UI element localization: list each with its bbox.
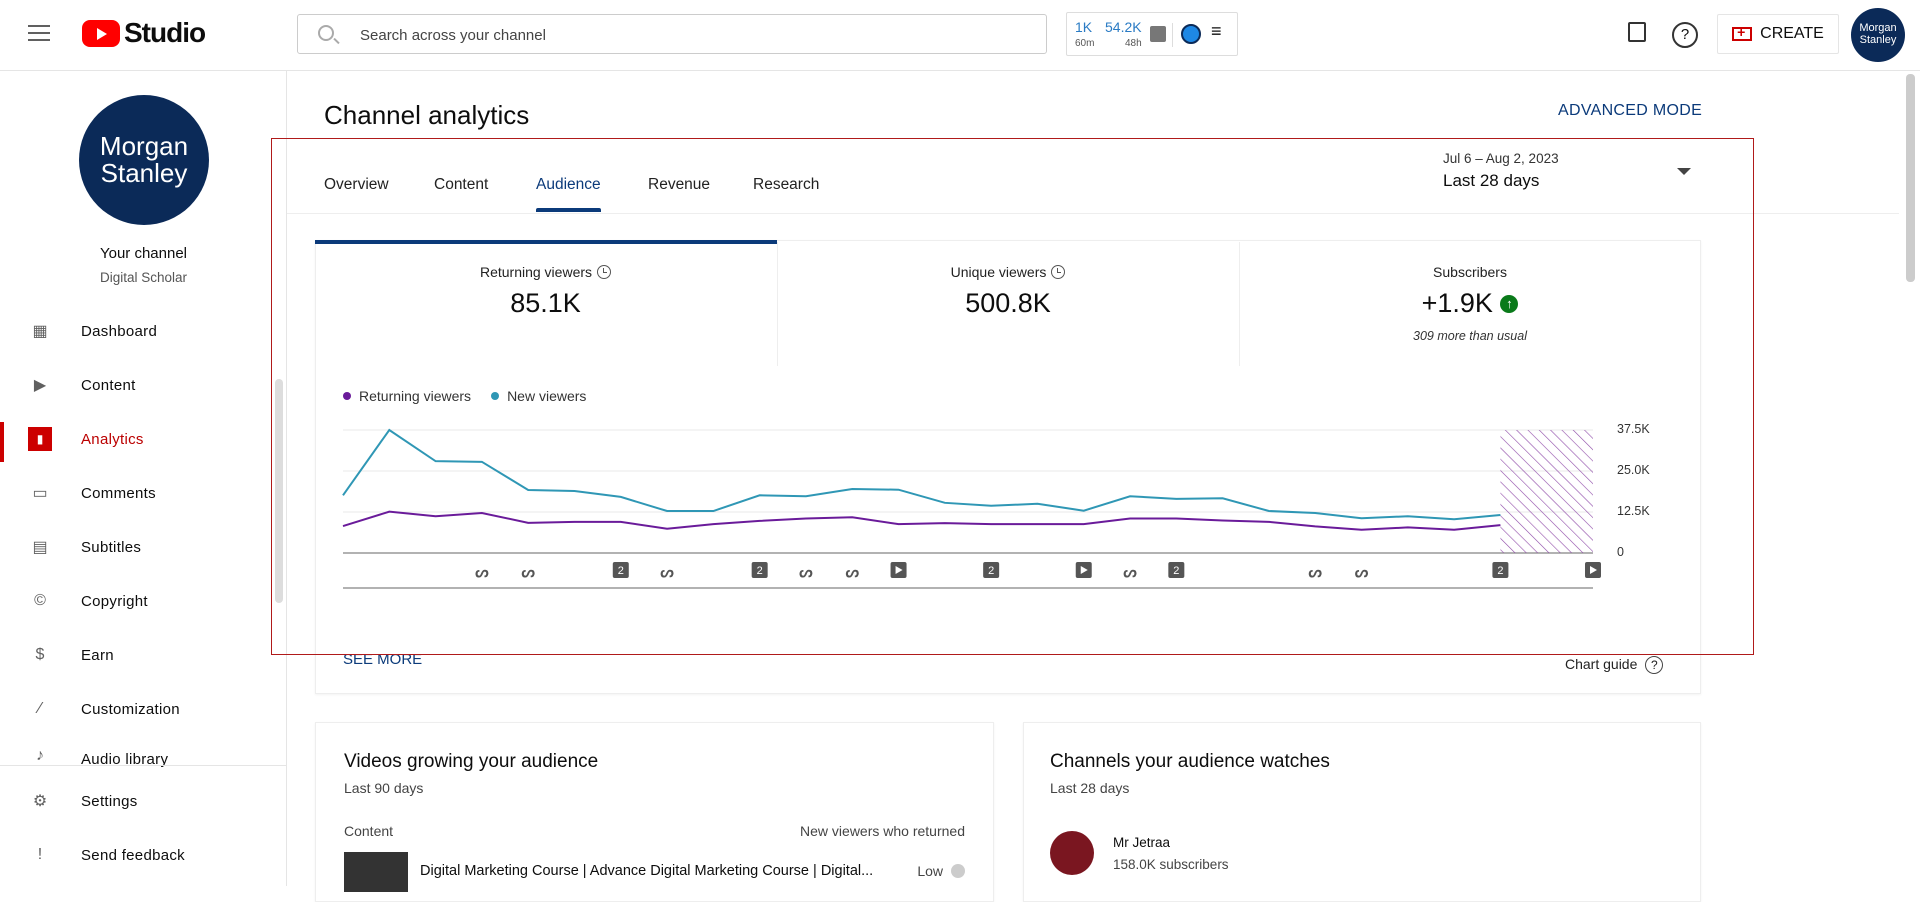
help-icon: ? — [1645, 656, 1663, 674]
shorts-marker-icon[interactable]: ᔕ — [475, 564, 489, 581]
info-icon[interactable] — [951, 864, 965, 878]
card-title: Videos growing your audience — [344, 751, 598, 773]
see-more-link[interactable]: SEE MORE — [343, 651, 422, 668]
shorts-marker-icon[interactable]: ᔕ — [846, 564, 860, 581]
card-period: Last 28 days — [1050, 780, 1129, 796]
shorts-marker-icon[interactable]: ᔕ — [1355, 564, 1369, 581]
shorts-marker-icon[interactable]: ᔕ — [1309, 564, 1323, 581]
videos-growing-card: Videos growing your audience Last 90 day… — [315, 722, 994, 902]
video-title[interactable]: Digital Marketing Course | Advance Digit… — [420, 863, 873, 879]
column-header-content: Content — [344, 823, 393, 839]
marker-count: 2 — [618, 565, 624, 577]
card-period: Last 90 days — [344, 780, 423, 796]
shorts-marker-icon[interactable]: ᔕ — [660, 564, 674, 581]
channels-audience-watches-card: Channels your audience watches Last 28 d… — [1023, 722, 1701, 902]
shorts-marker-icon[interactable]: ᔕ — [1123, 564, 1137, 581]
marker-count: 2 — [1497, 565, 1503, 577]
shorts-marker-icon[interactable]: ᔕ — [521, 564, 535, 581]
y-tick-label: 12.5K — [1617, 504, 1650, 518]
chart-guide-link[interactable]: Chart guide ? — [1565, 656, 1663, 674]
card-title: Channels your audience watches — [1050, 751, 1330, 773]
channel-name[interactable]: Mr Jetraa — [1113, 835, 1170, 850]
y-tick-label: 37.5K — [1617, 422, 1650, 436]
incomplete-data-region — [1500, 430, 1593, 553]
video-metric: Low — [917, 863, 943, 879]
y-tick-label: 0 — [1617, 545, 1624, 559]
series-line-new-viewers[interactable] — [343, 430, 1500, 519]
marker-count: 2 — [988, 565, 994, 577]
page-scrollbar[interactable] — [1906, 74, 1915, 282]
channel-subscribers: 158.0K subscribers — [1113, 857, 1229, 872]
chart-guide-label: Chart guide — [1565, 656, 1637, 672]
shorts-marker-icon[interactable]: ᔕ — [799, 564, 813, 581]
channel-avatar[interactable] — [1050, 831, 1094, 875]
y-tick-label: 25.0K — [1617, 463, 1650, 477]
marker-count: 2 — [1173, 565, 1179, 577]
column-header-metric: New viewers who returned — [800, 823, 965, 839]
marker-count: 2 — [757, 565, 763, 577]
video-thumbnail[interactable] — [344, 852, 408, 892]
